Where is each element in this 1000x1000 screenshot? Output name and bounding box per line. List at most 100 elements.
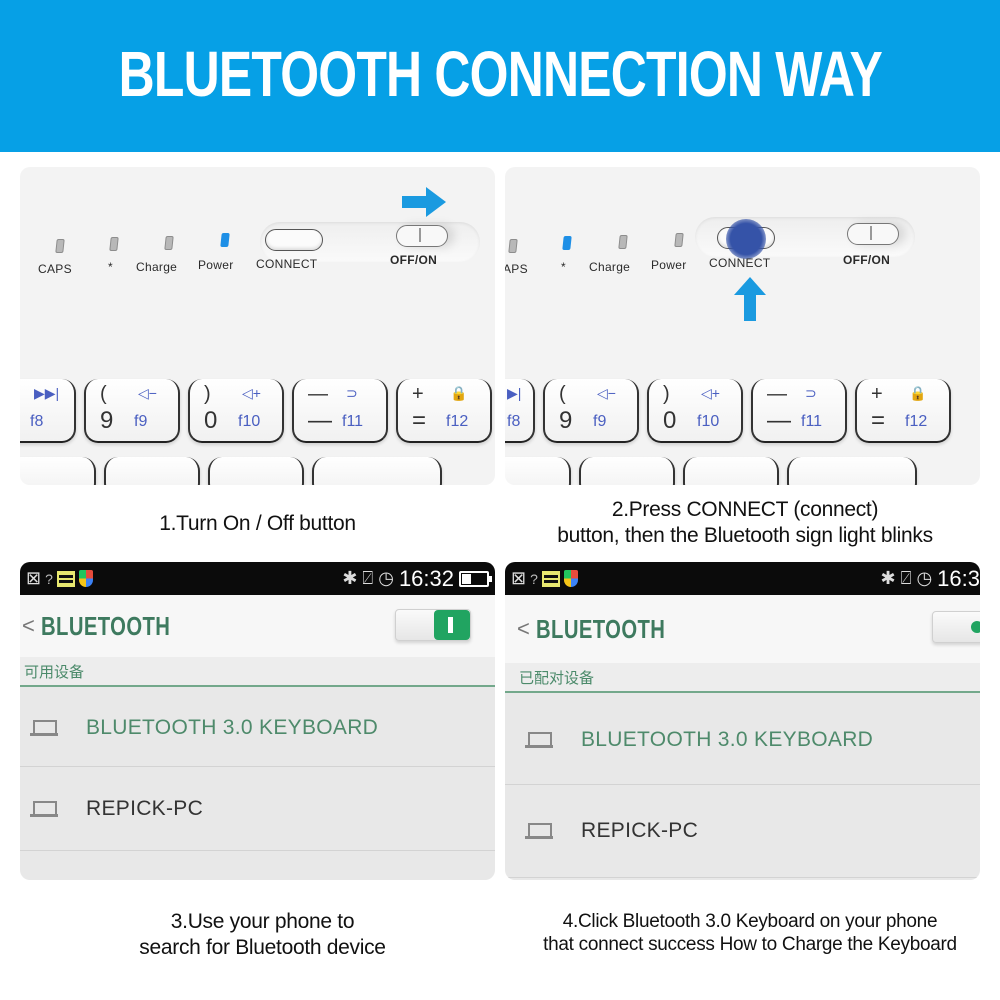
key-top-symbol: ) [663,383,670,405]
press-indicator [726,219,766,259]
led-bluetooth [109,237,119,251]
bluetooth-icon: ✱ [342,568,358,588]
key-fn-label: f11 [342,413,364,430]
led-caps [55,239,65,253]
led-label-charge: Charge [589,260,631,274]
key-backspace[interactable] [312,457,442,485]
key[interactable] [579,457,675,485]
volume-up-icon: ◁+ [242,385,261,401]
device-row[interactable]: REPICK-PC [20,767,495,851]
key[interactable] [104,457,200,485]
key[interactable] [683,457,779,485]
sim-x-icon: ⊠ [511,568,527,588]
key-f10[interactable]: ) 0 ◁+ f10 [188,379,284,443]
switch-label: OFF/ON [843,253,891,267]
return-icon: ⊃ [346,385,358,401]
step3-caption-line1: 3.Use your phone to [170,910,355,933]
key-fn-label: f12 [446,413,469,430]
step3-caption-line2: search for Bluetooth device [139,936,386,959]
key[interactable] [505,457,571,485]
status-time: 16:32 [398,565,454,591]
key-f8[interactable]: 8 ▶| f8 [505,379,535,443]
volume-up-icon: ◁+ [701,385,720,401]
switch-label: OFF/ON [390,253,438,267]
device-row[interactable]: REPICK-PC [505,785,980,878]
step1-caption: 1.Turn On / Off button [159,512,356,535]
key-backspace[interactable] [787,457,917,485]
step2-caption-line2: button, then the Bluetooth sign light bl… [557,524,933,547]
next-track-icon: ▶| [507,385,522,401]
key-f9[interactable]: ( 9 ◁− f9 [84,379,180,443]
app-bar: < BLUETOOTH [505,595,980,663]
key-main-symbol: = [871,407,886,434]
connect-button[interactable] [265,229,323,251]
volume-down-icon: ◁− [138,385,157,401]
alarm-icon: ◷ [916,568,933,588]
device-row[interactable]: BLUETOOTH 3.0 KEYBOARD [20,689,495,767]
keyboard-panel-step1: CAPS * Charge Power CONNECT OFF/ON * 8 ▶… [20,167,495,485]
step3-caption: 3.Use your phone to search for Bluetooth… [20,909,505,961]
status-bar: ⊠ ? ✱ ⍁ ◷ 16:3 [505,562,980,595]
device-row[interactable]: BLUETOOTH 3.0 KEYBOARD [505,695,980,785]
toggle-knob [434,610,470,640]
status-bar: ⊠ ? ✱ ⍁ ◷ 16:32 [20,562,495,595]
key-fn-label: f12 [905,413,928,430]
mute-icon: ⍁ [362,568,374,588]
led-charge [164,236,174,250]
shield-icon [563,570,578,587]
laptop-icon [525,731,553,748]
device-name: BLUETOOTH 3.0 KEYBOARD [86,715,379,739]
step4-caption-line2: that connect success How to Charge the K… [543,934,957,955]
wifi-question-icon: ? [45,570,53,587]
bluetooth-toggle[interactable] [932,611,980,643]
key-top-symbol: ) [204,383,211,405]
led-label-charge: Charge [136,260,178,274]
page-title: BLUETOOTH CONNECTION WAY [118,38,882,110]
lock-icon: 🔒 [909,385,927,401]
laptop-icon [525,823,553,839]
key-f12[interactable]: + = 🔒 f12 [855,379,951,443]
back-icon[interactable]: < [517,616,530,642]
step2-caption: 2.Press CONNECT (connect) button, then t… [500,497,990,549]
menu-icon [56,570,75,587]
led-label-power: Power [198,258,234,272]
alarm-icon: ◷ [378,568,394,588]
arrow-right-icon [402,187,446,217]
header-banner: BLUETOOTH CONNECTION WAY [0,0,1000,152]
key[interactable] [208,457,304,485]
key-f10[interactable]: ) 0 ◁+ f10 [647,379,743,443]
letter-key-row [20,457,442,485]
shield-icon [78,570,93,587]
device-name: REPICK-PC [86,796,204,820]
phone-panel-step4: ⊠ ? ✱ ⍁ ◷ 16:3 < BLUETOOTH 已配对设备 BLUETOO… [505,562,980,880]
step4-caption-line1: 4.Click Bluetooth 3.0 Keyboard on your p… [562,911,938,932]
led-label-caps: CAPS [38,262,72,276]
toggle-knob [971,621,980,633]
power-switch[interactable] [396,225,448,247]
bluetooth-toggle[interactable] [395,609,471,641]
key-f11[interactable]: — — ⊃ f11 [751,379,847,443]
key-f8[interactable]: * 8 ▶▶| f8 [20,379,76,443]
led-power [220,233,230,247]
led-bluetooth [562,236,572,250]
key-fn-label: f8 [30,413,44,430]
mute-icon: ⍁ [900,568,912,588]
key-f11[interactable]: — — ⊃ f11 [292,379,388,443]
key-top-symbol: — [767,383,787,405]
power-switch[interactable] [847,223,899,245]
section-header: 可用设备 [20,657,495,687]
back-icon[interactable]: < [22,613,35,639]
function-key-row: 8 ▶| f8 ( 9 ◁− f9 ) 0 ◁+ f10 — — ⊃ f11 +… [505,379,951,443]
led-label-caps: APS [505,262,528,276]
device-name: REPICK-PC [581,819,699,842]
key-top-symbol: ( [100,383,107,405]
wifi-question-icon: ? [530,570,538,587]
key-f12[interactable]: + = 🔒 f12 [396,379,492,443]
sim-x-icon: ⊠ [26,568,42,588]
key[interactable] [20,457,96,485]
laptop-icon [30,800,58,817]
bluetooth-icon: * [561,260,566,274]
key-f9[interactable]: ( 9 ◁− f9 [543,379,639,443]
led-caps [508,239,518,253]
laptop-icon [30,719,58,736]
